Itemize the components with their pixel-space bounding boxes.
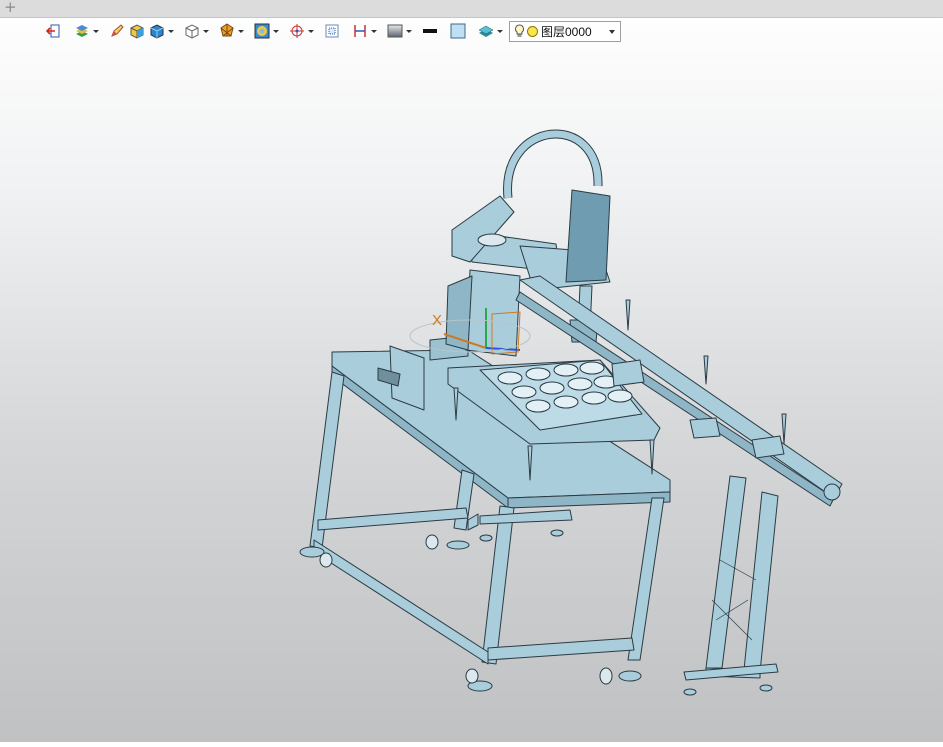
zoom-fit-button[interactable] xyxy=(322,20,342,42)
shaded-cube-dropdown[interactable] xyxy=(167,20,174,42)
robot-head xyxy=(565,189,611,283)
color-swatch-icon xyxy=(450,23,466,39)
toolbar: 图层0000 xyxy=(44,19,621,43)
table-leg xyxy=(627,497,665,661)
texture-icon xyxy=(254,23,270,39)
dimension-dropdown[interactable] xyxy=(370,20,377,42)
shaded-cube-icon xyxy=(150,24,164,39)
background-dropdown[interactable] xyxy=(405,20,412,42)
zoom-fit-icon xyxy=(325,24,339,38)
line-width-icon xyxy=(423,29,437,33)
layer-select-value: 图层0000 xyxy=(541,24,592,39)
texture-button[interactable] xyxy=(252,20,272,42)
table-leg xyxy=(481,505,515,665)
3d-viewport[interactable]: X xyxy=(0,45,943,742)
pen-edit-button[interactable] xyxy=(107,20,127,42)
section-view-dropdown[interactable] xyxy=(237,20,244,42)
pen-edit-icon xyxy=(111,24,124,37)
conveyor-leg xyxy=(705,475,747,669)
chevron-down-icon xyxy=(609,29,615,34)
color-swatch-button[interactable] xyxy=(448,20,468,42)
dimension-icon xyxy=(354,25,366,37)
lightbulb-icon xyxy=(515,24,524,37)
layer-manager-dropdown[interactable] xyxy=(496,20,503,42)
assembly-model: X xyxy=(299,129,843,696)
dimension-button[interactable] xyxy=(350,20,370,42)
layers-style-icon xyxy=(76,25,88,37)
layer-manager-icon xyxy=(478,25,494,37)
section-view-button[interactable] xyxy=(217,20,237,42)
background-icon xyxy=(387,24,403,38)
wireframe-cube-icon xyxy=(185,24,199,39)
line-width-button[interactable] xyxy=(420,20,440,42)
origin-button[interactable] xyxy=(287,20,307,42)
tab-strip: + xyxy=(0,0,943,18)
axis-x-label: X xyxy=(432,312,442,329)
layer-select[interactable]: 图层0000 xyxy=(509,20,621,42)
exit-sketch-button[interactable] xyxy=(44,20,64,42)
solid-box-icon xyxy=(130,24,144,39)
conveyor-leg xyxy=(743,491,779,673)
exit-sketch-icon xyxy=(46,24,60,38)
wireframe-cube-dropdown[interactable] xyxy=(202,20,209,42)
solid-box-button[interactable] xyxy=(127,20,147,42)
origin-icon xyxy=(290,24,304,38)
origin-dropdown[interactable] xyxy=(307,20,314,42)
section-view-icon xyxy=(220,23,234,37)
layers-style-button[interactable] xyxy=(72,20,92,42)
texture-dropdown[interactable] xyxy=(272,20,279,42)
shaded-cube-button[interactable] xyxy=(147,20,167,42)
layer-color-icon xyxy=(527,25,538,37)
layer-manager-button[interactable] xyxy=(476,20,496,42)
new-tab-button[interactable]: + xyxy=(4,0,17,16)
wireframe-cube-button[interactable] xyxy=(182,20,202,42)
layers-style-dropdown[interactable] xyxy=(92,20,99,42)
background-button[interactable] xyxy=(385,20,405,42)
